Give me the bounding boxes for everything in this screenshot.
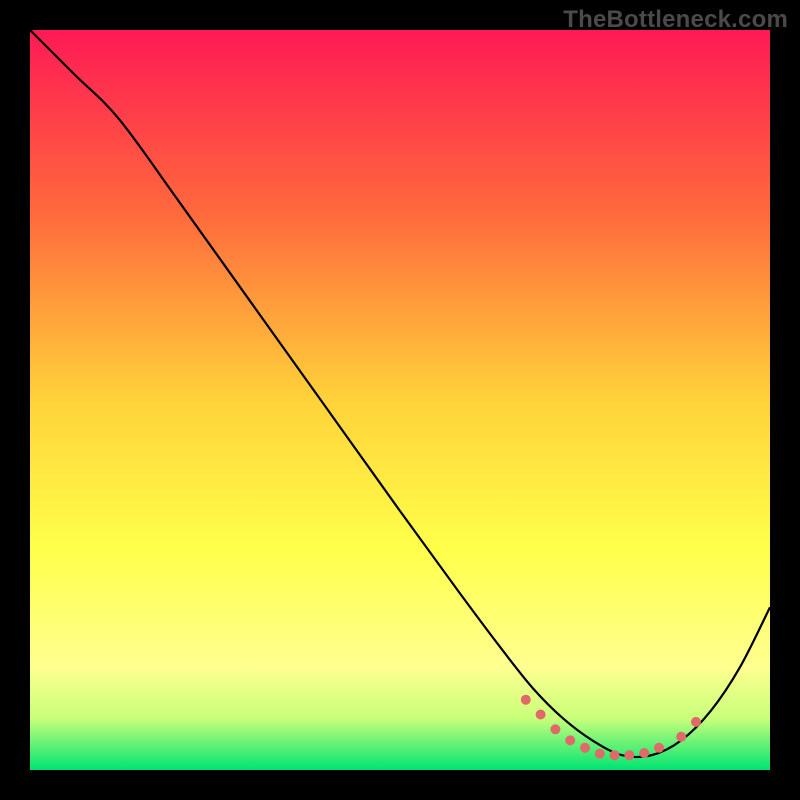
sweet-spot-marker	[676, 732, 686, 742]
chart-background	[30, 30, 770, 770]
chart-svg	[30, 30, 770, 770]
sweet-spot-marker	[610, 750, 620, 760]
sweet-spot-marker	[691, 717, 701, 727]
watermark-text: TheBottleneck.com	[563, 6, 788, 34]
sweet-spot-marker	[654, 743, 664, 753]
sweet-spot-marker	[521, 695, 531, 705]
chart-frame: TheBottleneck.com	[0, 0, 800, 800]
sweet-spot-marker	[624, 750, 634, 760]
sweet-spot-marker	[550, 724, 560, 734]
sweet-spot-marker	[565, 735, 575, 745]
sweet-spot-marker	[595, 749, 605, 759]
sweet-spot-marker	[639, 748, 649, 758]
sweet-spot-marker	[536, 710, 546, 720]
sweet-spot-marker	[580, 743, 590, 753]
chart-plot-area	[30, 30, 770, 770]
